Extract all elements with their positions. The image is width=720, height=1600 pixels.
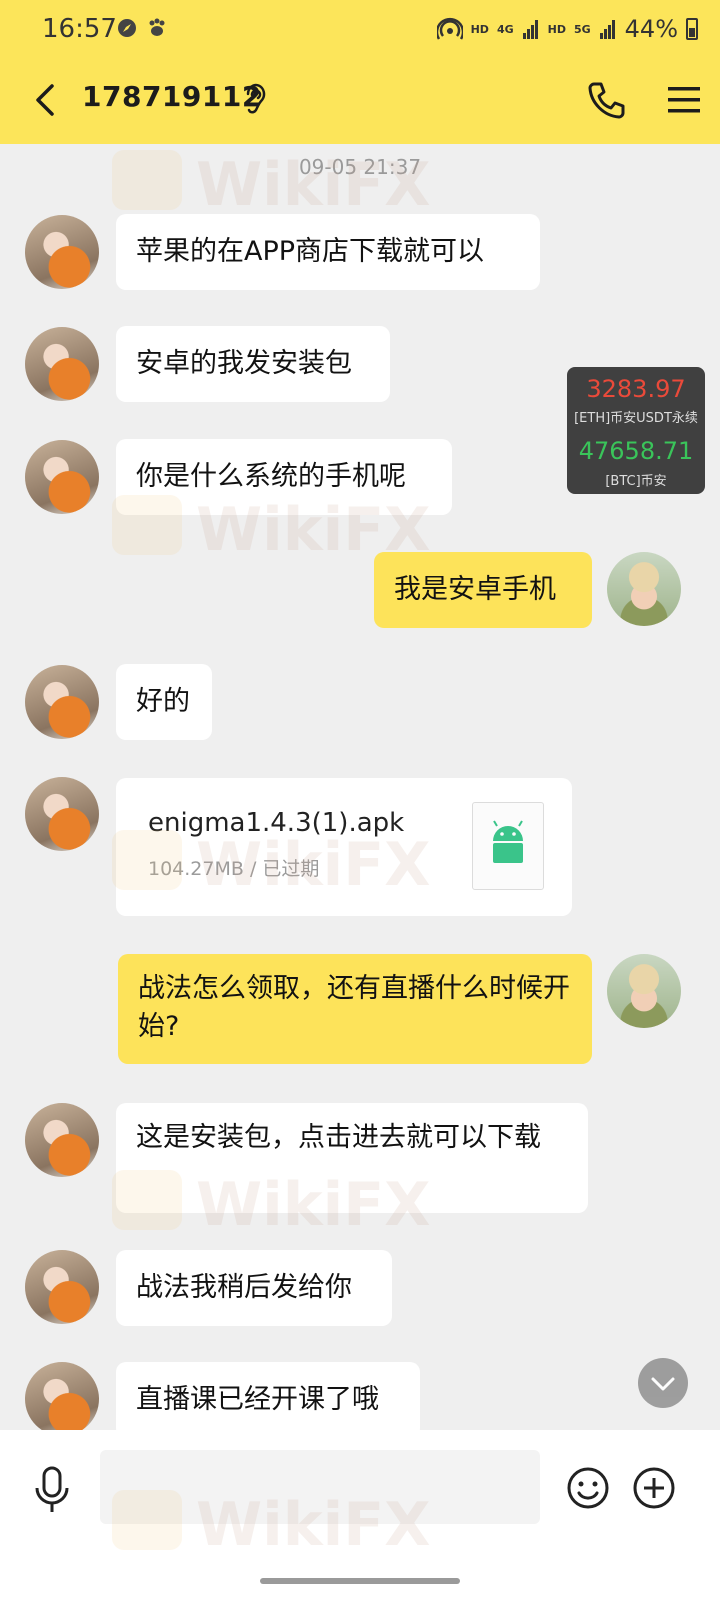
btc-price: 47658.71 — [578, 437, 694, 465]
message-bubble[interactable]: 好的 — [116, 664, 212, 740]
avatar-self[interactable] — [607, 552, 681, 626]
compass-icon — [118, 19, 136, 37]
message-text: 好的 — [136, 686, 190, 717]
emoji-icon[interactable] — [566, 1466, 610, 1510]
message-text: 安卓的我发安装包 — [136, 348, 352, 379]
eth-price: 3283.97 — [586, 375, 686, 403]
avatar[interactable] — [25, 1362, 99, 1436]
message-text: 战法我稍后发给你 — [136, 1272, 352, 1303]
avatar[interactable] — [25, 1103, 99, 1177]
file-meta: 104.27MB / 已过期 — [148, 858, 320, 880]
avatar[interactable] — [25, 215, 99, 289]
network-hd-left: HD — [470, 22, 489, 36]
message-timestamp: 09-05 21:37 — [298, 155, 422, 179]
avatar-self[interactable] — [607, 954, 681, 1028]
message-bubble[interactable]: 战法我稍后发给你 — [116, 1250, 392, 1326]
avatar[interactable] — [25, 440, 99, 514]
message-bubble[interactable]: 安卓的我发安装包 — [116, 326, 390, 402]
status-bar: 16:57 HD 4G HD 5G 44% — [0, 0, 720, 58]
phone-icon[interactable] — [584, 78, 628, 122]
file-thumbnail — [472, 802, 544, 890]
message-text: 我是安卓手机 — [394, 574, 556, 605]
avatar[interactable] — [25, 777, 99, 851]
message-text: 战法怎么领取，还有直播什么时候开始? — [138, 973, 570, 1042]
message-bubble[interactable]: 苹果的在APP商店下载就可以 — [116, 214, 540, 290]
ear-icon[interactable] — [240, 80, 268, 116]
menu-icon[interactable] — [664, 80, 704, 120]
message-text: 苹果的在APP商店下载就可以 — [136, 236, 485, 267]
message-bubble[interactable]: 你是什么系统的手机呢 — [116, 439, 452, 515]
status-time: 16:57 — [42, 14, 117, 44]
message-bubble-self[interactable]: 我是安卓手机 — [374, 552, 592, 628]
chat-header: 178719112 — [0, 58, 720, 144]
message-input[interactable] — [100, 1450, 540, 1524]
file-name: enigma1.4.3(1).apk — [148, 808, 405, 838]
file-message-card[interactable]: enigma1.4.3(1).apk 104.27MB / 已过期 — [116, 778, 572, 916]
mic-icon[interactable] — [30, 1464, 74, 1516]
status-right: HD 4G HD 5G 44% — [436, 14, 698, 44]
signal-icon — [522, 20, 538, 39]
battery-level: 44% — [624, 15, 678, 43]
message-bubble[interactable]: 这是安装包，点击进去就可以下载 — [116, 1103, 588, 1213]
scroll-to-bottom-button[interactable] — [638, 1358, 688, 1408]
plus-icon[interactable] — [632, 1466, 676, 1510]
android-icon — [493, 820, 523, 863]
chevron-down-icon — [651, 1377, 675, 1391]
avatar[interactable] — [25, 665, 99, 739]
back-arrow-icon[interactable] — [26, 78, 70, 122]
message-text: 你是什么系统的手机呢 — [136, 461, 406, 492]
network-hd-right: HD — [547, 22, 566, 36]
input-bar — [0, 1430, 720, 1600]
price-ticker-overlay[interactable]: 3283.97 [ETH]币安USDT永续 47658.71 [BTC]币安 — [567, 367, 705, 494]
avatar[interactable] — [25, 1250, 99, 1324]
network-5g: 5G — [573, 22, 591, 36]
eth-label: [ETH]币安USDT永续 — [574, 411, 698, 426]
avatar[interactable] — [25, 327, 99, 401]
chat-title: 178719112 — [82, 80, 262, 113]
battery-icon — [686, 18, 698, 40]
home-indicator[interactable] — [260, 1578, 460, 1584]
paw-icon — [149, 18, 165, 36]
signal-icon-2 — [599, 20, 615, 39]
message-text: 这是安装包，点击进去就可以下载 — [136, 1122, 541, 1153]
hotspot-icon — [436, 17, 463, 40]
message-bubble[interactable]: 直播课已经开课了哦 — [116, 1362, 420, 1438]
btc-label: [BTC]币安 — [605, 474, 667, 489]
message-bubble-self[interactable]: 战法怎么领取，还有直播什么时候开始? — [118, 954, 592, 1064]
network-4g: 4G — [496, 22, 514, 36]
message-text: 直播课已经开课了哦 — [136, 1384, 379, 1415]
